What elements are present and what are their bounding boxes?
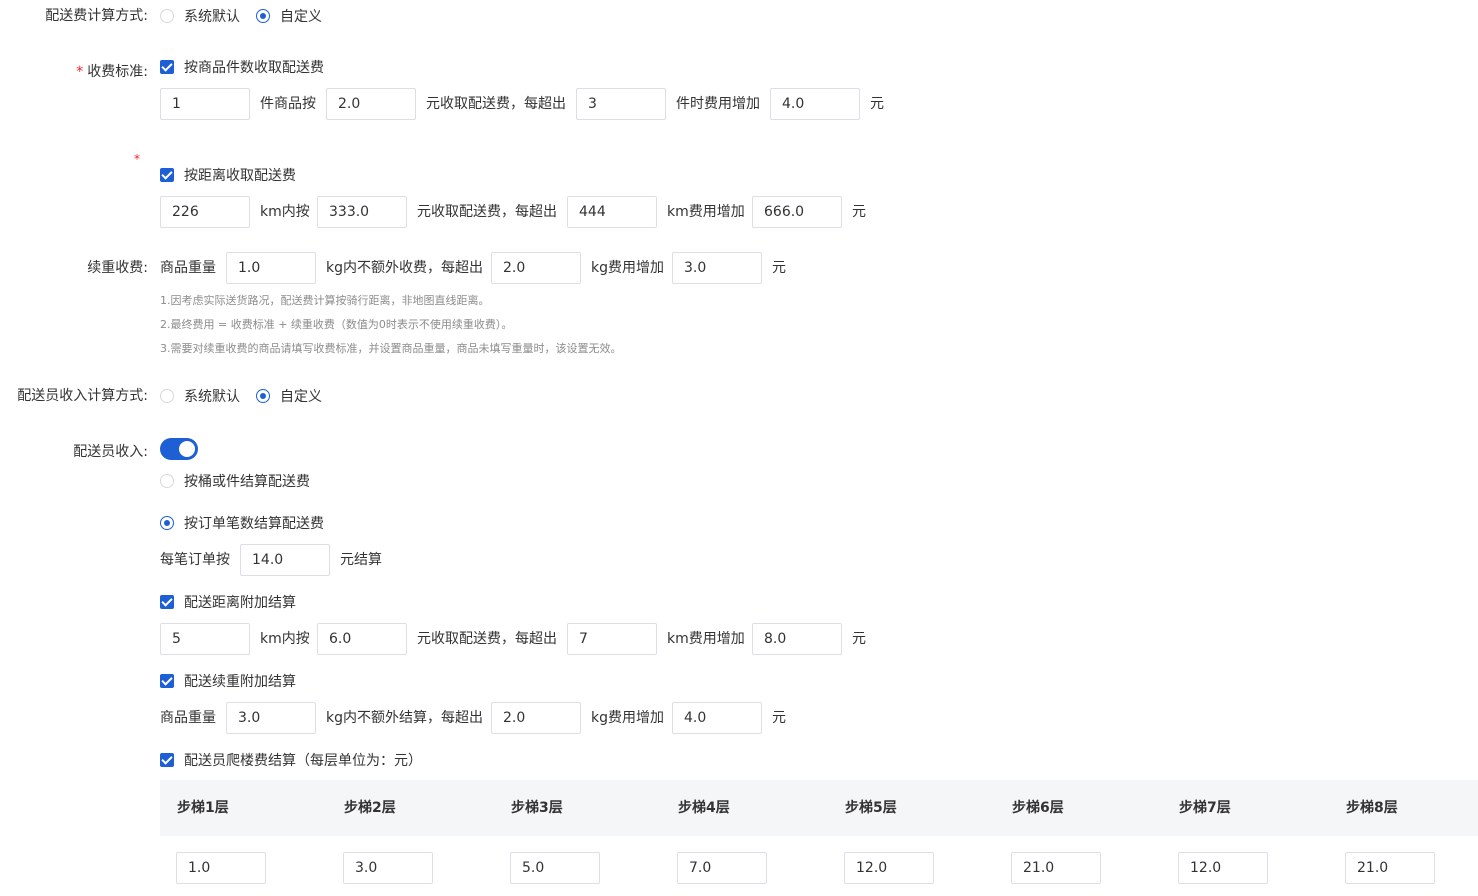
by-distance-increase-input[interactable]: [752, 196, 842, 228]
income-by-order-radio[interactable]: 按订单笔数结算配送费: [160, 513, 324, 533]
stairs-value-4-input[interactable]: [677, 852, 767, 884]
extra-weight-increase-input[interactable]: [672, 252, 762, 284]
extra-weight-label: 续重收费:: [87, 260, 148, 276]
fee-method-default-radio[interactable]: 系统默认: [160, 6, 240, 26]
stairs-value-3-input[interactable]: [510, 852, 600, 884]
by-count-text-2: 元收取配送费，每超出: [426, 96, 566, 112]
weight-addon-text-0: 商品重量: [160, 710, 216, 726]
by-count-increase-input[interactable]: [770, 88, 860, 120]
stairs-header-8: 步梯8层: [1346, 800, 1398, 816]
radio-checked-icon: [256, 389, 270, 403]
checkbox-checked-icon: [160, 168, 174, 182]
courier-income-label: 配送员收入:: [73, 444, 148, 460]
distance-addon-text-4: 元: [852, 631, 866, 647]
radio-unchecked-icon: [160, 389, 174, 403]
by-distance-price-input[interactable]: [317, 196, 407, 228]
distance-addon-km-input[interactable]: [160, 623, 250, 655]
income-by-bucket-radio[interactable]: 按桶或件结算配送费: [160, 471, 310, 491]
switch-knob: [179, 441, 195, 457]
distance-addon-text-1: km内按: [260, 631, 310, 647]
weight-addon-text-2: kg费用增加: [591, 710, 664, 726]
weight-addon-kg-input[interactable]: [226, 702, 316, 734]
stairs-header-7: 步梯7层: [1179, 800, 1231, 816]
by-count-text-4: 元: [870, 96, 884, 112]
weight-addon-text-3: 元: [772, 710, 786, 726]
by-distance-checkbox[interactable]: 按距离收取配送费: [160, 165, 296, 185]
extra-weight-kg-input[interactable]: [226, 252, 316, 284]
stairs-header-1: 步梯1层: [177, 800, 229, 816]
per-order-price-input[interactable]: [240, 544, 330, 576]
weight-addon-text-1: kg内不额外结算，每超出: [326, 710, 483, 726]
checkbox-checked-icon: [160, 595, 174, 609]
stairs-value-2-input[interactable]: [343, 852, 433, 884]
per-order-text-0: 每笔订单按: [160, 552, 230, 568]
courier-method-label: 配送员收入计算方式:: [17, 388, 148, 404]
stairs-header-4: 步梯4层: [678, 800, 730, 816]
courier-method-custom-radio[interactable]: 自定义: [256, 386, 322, 406]
required-asterisk: *: [134, 152, 140, 166]
fee-method-custom-radio[interactable]: 自定义: [256, 6, 322, 26]
distance-addon-text-2: 元收取配送费，每超出: [417, 631, 557, 647]
per-order-text-1: 元结算: [340, 552, 382, 568]
stairs-value-1-input[interactable]: [176, 852, 266, 884]
stairs-header-6: 步梯6层: [1012, 800, 1064, 816]
stairs-value-7-input[interactable]: [1178, 852, 1268, 884]
radio-checked-icon: [256, 9, 270, 23]
by-distance-km-input[interactable]: [160, 196, 250, 228]
note-2: 2.最终费用 = 收费标准 + 续重收费（数值为0时表示不使用续重收费）。: [160, 318, 513, 331]
by-distance-exceed-input[interactable]: [567, 196, 657, 228]
note-1: 1.因考虑实际送货路况，配送费计算按骑行距离，非地图直线距离。: [160, 294, 490, 307]
courier-method-default-radio[interactable]: 系统默认: [160, 386, 240, 406]
weight-addon-increase-input[interactable]: [672, 702, 762, 734]
by-count-text-3: 件时费用增加: [676, 96, 760, 112]
distance-addon-text-3: km费用增加: [667, 631, 745, 647]
distance-addon-price-input[interactable]: [317, 623, 407, 655]
by-count-exceed-input[interactable]: [576, 88, 666, 120]
by-distance-text-1: km内按: [260, 204, 310, 220]
extra-weight-text-1: kg内不额外收费，每超出: [326, 260, 483, 276]
note-3: 3.需要对续重收费的商品请填写收费标准，并设置商品重量，商品未填写重量时，该设置…: [160, 342, 622, 355]
stairs-value-8-input[interactable]: [1345, 852, 1435, 884]
distance-addon-exceed-input[interactable]: [567, 623, 657, 655]
stairs-fee-checkbox[interactable]: 配送员爬楼费结算（每层单位为：元）: [160, 750, 422, 770]
weight-addon-exceed-input[interactable]: [491, 702, 581, 734]
checkbox-checked-icon: [160, 674, 174, 688]
by-distance-text-4: 元: [852, 204, 866, 220]
radio-unchecked-icon: [160, 9, 174, 23]
stairs-value-5-input[interactable]: [844, 852, 934, 884]
stairs-header-2: 步梯2层: [344, 800, 396, 816]
by-count-price-input[interactable]: [326, 88, 416, 120]
by-distance-text-2: 元收取配送费，每超出: [417, 204, 557, 220]
distance-addon-increase-input[interactable]: [752, 623, 842, 655]
required-asterisk: *: [76, 64, 84, 80]
by-count-text-1: 件商品按: [260, 96, 316, 112]
stairs-value-6-input[interactable]: [1011, 852, 1101, 884]
stairs-table-header: 步梯1层 步梯2层 步梯3层 步梯4层 步梯5层 步梯6层 步梯7层 步梯8层: [160, 780, 1478, 836]
checkbox-checked-icon: [160, 753, 174, 767]
fee-method-label: 配送费计算方式:: [45, 8, 148, 24]
extra-weight-text-0: 商品重量: [160, 260, 216, 276]
weight-addon-checkbox[interactable]: 配送续重附加结算: [160, 671, 296, 691]
extra-weight-text-3: 元: [772, 260, 786, 276]
distance-addon-checkbox[interactable]: 配送距离附加结算: [160, 592, 296, 612]
stairs-header-3: 步梯3层: [511, 800, 563, 816]
by-count-qty-input[interactable]: [160, 88, 250, 120]
by-distance-text-3: km费用增加: [667, 204, 745, 220]
radio-checked-icon: [160, 516, 174, 530]
by-count-checkbox[interactable]: 按商品件数收取配送费: [160, 57, 324, 77]
stairs-header-5: 步梯5层: [845, 800, 897, 816]
courier-income-switch[interactable]: [160, 438, 198, 460]
extra-weight-exceed-input[interactable]: [491, 252, 581, 284]
charge-standard-label: * 收费标准:: [76, 64, 148, 80]
extra-weight-text-2: kg费用增加: [591, 260, 664, 276]
checkbox-checked-icon: [160, 60, 174, 74]
radio-unchecked-icon: [160, 474, 174, 488]
